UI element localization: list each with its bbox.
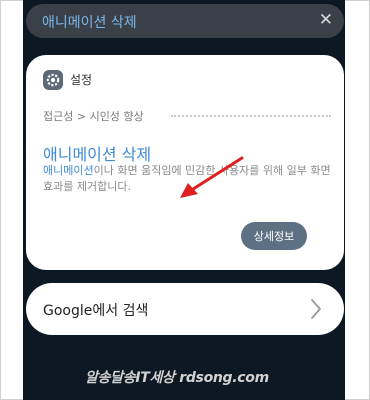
- breadcrumb: 접근성 > 시인성 향상: [43, 110, 144, 123]
- chevron-right-icon: [311, 299, 321, 319]
- search-result-card[interactable]: 설정 접근성 > 시인성 향상 애니메이션 삭제 애니메이션이나 화면 움직임에…: [26, 55, 344, 270]
- search-bar[interactable]: 애니메이션 삭제 ✕: [26, 4, 344, 38]
- divider: [171, 115, 331, 117]
- gear-icon: [43, 70, 63, 90]
- watermark: 알송달송IT세상 rdsong.com: [85, 370, 269, 386]
- google-search-label[interactable]: Google에서 검색: [43, 300, 148, 320]
- setting-title[interactable]: 애니메이션 삭제: [43, 141, 151, 165]
- phone-screen: 애니메이션 삭제 ✕ 설정 접근성 > 시인성 향상 애니메이션 삭제 애니메이…: [23, 0, 345, 400]
- app-name: 설정: [70, 73, 93, 87]
- red-arrow-annotation: [180, 156, 244, 198]
- close-icon[interactable]: ✕: [319, 10, 333, 30]
- search-query[interactable]: 애니메이션 삭제: [42, 12, 137, 32]
- description-highlight: 애니메이션: [43, 164, 94, 177]
- details-button[interactable]: 상세정보: [241, 222, 307, 250]
- google-search-row[interactable]: Google에서 검색: [26, 283, 344, 335]
